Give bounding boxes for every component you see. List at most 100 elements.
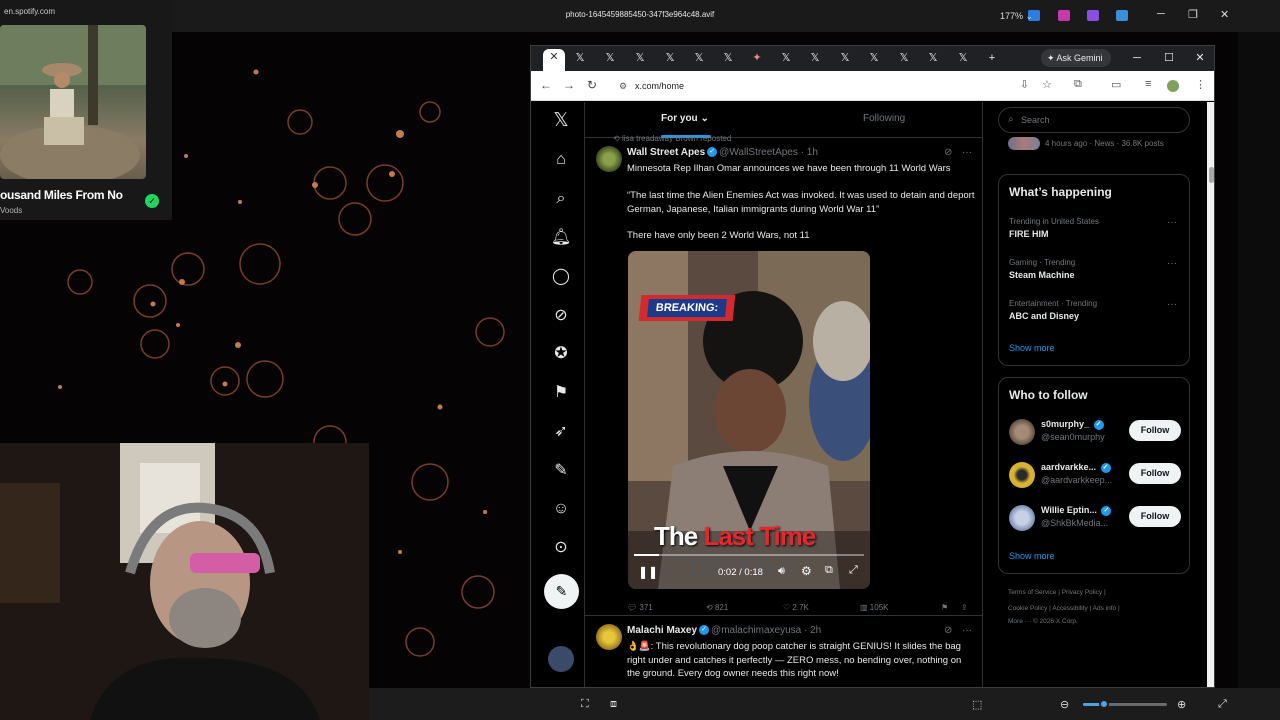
zoom-slider[interactable] xyxy=(1083,699,1167,709)
author-name[interactable]: Malachi Maxey xyxy=(627,625,697,636)
fit-to-window-icon[interactable]: ⬚ xyxy=(972,698,982,711)
grok-explain-icon[interactable]: ⊘ xyxy=(944,147,952,158)
new-tab-icon[interactable]: + xyxy=(981,50,1003,66)
extension-icon[interactable] xyxy=(1116,10,1128,21)
trend-item[interactable]: Trending in United States FIRE HIM xyxy=(1009,217,1099,239)
side-panel-icon[interactable]: ▭ xyxy=(1111,78,1121,91)
follow-button[interactable]: Follow xyxy=(1129,420,1181,441)
trend-more-icon[interactable]: ··· xyxy=(1167,299,1177,310)
settings-gear-icon[interactable]: ⚙ xyxy=(801,564,812,578)
fullscreen-icon[interactable]: ⤢ xyxy=(849,564,858,577)
minimize-icon[interactable]: ─ xyxy=(1157,8,1165,20)
grok-explain-icon[interactable]: ⊘ xyxy=(944,625,952,636)
tweet[interactable]: Malachi Maxey ✓ @malachimaxeyusa · 2h ⊘ ··… xyxy=(585,616,982,687)
install-icon[interactable]: ⇩ xyxy=(1020,78,1029,91)
author-handle[interactable]: @WallStreetApes xyxy=(719,147,798,158)
x-tab-icon[interactable]: 𝕏 xyxy=(863,50,885,66)
x-tab-icon[interactable]: 𝕏 xyxy=(804,50,826,66)
pause-icon[interactable]: ❚❚ xyxy=(638,565,658,579)
premium-check-icon[interactable]: ✪ xyxy=(550,343,572,365)
account-avatar[interactable] xyxy=(548,646,574,672)
close-icon[interactable]: ✕ xyxy=(1220,8,1229,21)
x-tab-icon[interactable]: 𝕏 xyxy=(922,50,944,66)
maximize-icon[interactable]: ☐ xyxy=(1158,50,1180,66)
footer-links[interactable]: More ··· © 2026 X Corp. xyxy=(1008,618,1078,625)
footer-links[interactable]: Cookie Policy | Accessibility | Ads info… xyxy=(1008,605,1120,612)
trend-more-icon[interactable]: ··· xyxy=(1167,217,1177,228)
x-tab-icon[interactable]: 𝕏 xyxy=(717,50,739,66)
ask-gemini-button[interactable]: ✦ Ask Gemini xyxy=(1041,49,1111,67)
media-icon[interactable]: ≡ xyxy=(1145,78,1151,90)
home-icon[interactable]: ⌂ xyxy=(550,149,572,171)
tweet[interactable]: ⟲ lisa treadaway Brown reposted Wall Str… xyxy=(585,134,982,616)
follow-suggestion[interactable]: aardvarkke... ✓ @aardvarkkeep... Follow xyxy=(1009,459,1181,489)
fullscreen-icon[interactable]: ⤢ xyxy=(1218,698,1227,711)
avatar[interactable] xyxy=(596,146,622,172)
extension-icon[interactable] xyxy=(1087,10,1099,21)
google-tab-icon[interactable]: ✦ xyxy=(746,50,768,66)
minimize-icon[interactable]: ─ xyxy=(1126,50,1148,66)
like-button[interactable]: ♡ 2.7K xyxy=(783,603,809,612)
x-tab-icon[interactable]: 𝕏 xyxy=(834,50,856,66)
x-tab-icon[interactable]: 𝕏 xyxy=(629,50,651,66)
show-more-link[interactable]: Show more xyxy=(1009,551,1055,561)
follow-suggestion[interactable]: Willie Eptin... ✓ @ShkBkMedia... Follow xyxy=(1009,502,1181,532)
more-options-icon[interactable]: ··· xyxy=(962,625,972,636)
avatar[interactable] xyxy=(1009,462,1035,488)
reply-button[interactable]: 💬︎ 371 xyxy=(627,603,653,612)
more-icon[interactable]: ⊙ xyxy=(550,537,572,559)
author-handle[interactable]: @malachimaxeyusa xyxy=(711,625,801,636)
tab-following[interactable]: Following xyxy=(863,113,905,124)
x-tab-icon[interactable]: 𝕏 xyxy=(659,50,681,66)
search-input[interactable]: ⌕ Search xyxy=(998,107,1190,133)
tweet-time[interactable]: · 2h xyxy=(804,625,821,636)
follow-button[interactable]: Follow xyxy=(1129,506,1181,527)
trend-item[interactable]: Gaming · Trending Steam Machine xyxy=(1009,258,1075,280)
post-button[interactable]: ✎ xyxy=(544,574,579,609)
profile-avatar[interactable] xyxy=(1167,80,1179,92)
x-tab-icon[interactable]: 𝕏 xyxy=(893,50,915,66)
extensions-icon[interactable]: ⧉ xyxy=(1074,78,1082,91)
video-progress-track[interactable] xyxy=(634,554,864,556)
zoom-level-dropdown[interactable]: 177% ⌄ xyxy=(1000,11,1033,22)
repost-button[interactable]: ⟲ 821 xyxy=(706,603,728,612)
trend-more-icon[interactable]: ··· xyxy=(1167,258,1177,269)
menu-icon[interactable]: ⋮ xyxy=(1195,78,1206,91)
x-tab-icon[interactable]: 𝕏 xyxy=(775,50,797,66)
more-options-icon[interactable]: ··· xyxy=(962,147,972,158)
track-title[interactable]: ousand Miles From No xyxy=(0,188,123,202)
scrollbar-thumb[interactable] xyxy=(1209,167,1214,183)
bookmark-icon[interactable]: ⚑ xyxy=(941,603,948,612)
author-name[interactable]: Wall Street Apes xyxy=(627,147,705,158)
avatar[interactable] xyxy=(1009,505,1035,531)
follow-suggestion[interactable]: s0murphy_ ✓ @sean0murphy Follow xyxy=(1009,416,1181,446)
liked-check-icon[interactable]: ✓ xyxy=(145,194,159,208)
messages-icon[interactable]: ◯ xyxy=(550,266,572,288)
x-logo-icon[interactable]: 𝕏 xyxy=(550,110,572,132)
extension-icon[interactable] xyxy=(1058,10,1070,21)
x-tab-icon[interactable]: 𝕏 xyxy=(688,50,710,66)
follow-button[interactable]: Follow xyxy=(1129,463,1181,484)
avatar[interactable] xyxy=(1009,419,1035,445)
forward-icon[interactable]: → xyxy=(563,78,575,92)
crop-icon[interactable]: ⛶ xyxy=(581,698,589,711)
business-rocket-icon[interactable]: ➶ xyxy=(550,421,572,443)
picture-in-picture-icon[interactable]: ⧉ xyxy=(825,564,833,577)
back-icon[interactable]: ← xyxy=(540,78,552,92)
search-icon[interactable]: ⌕ xyxy=(550,188,572,210)
tab-for-you[interactable]: For you ⌄ xyxy=(661,113,709,124)
zoom-slider-handle[interactable] xyxy=(1099,699,1109,709)
tab-close-icon[interactable]: ✕ xyxy=(543,49,565,71)
visual-search-icon[interactable]: ⧈ xyxy=(610,698,617,711)
avatar[interactable] xyxy=(596,624,622,650)
bookmark-star-icon[interactable]: ☆ xyxy=(1042,78,1052,91)
news-meta-row[interactable]: 4 hours ago · News · 36.8K posts xyxy=(1008,137,1188,151)
volume-icon[interactable]: 🔊︎ xyxy=(778,565,785,578)
show-more-link[interactable]: Show more xyxy=(1009,343,1055,353)
notifications-bell-icon[interactable]: 🔔︎ xyxy=(550,227,572,249)
share-icon[interactable]: ⇪ xyxy=(961,603,968,612)
site-info-icon[interactable]: ⚙ xyxy=(619,76,627,96)
zoom-out-icon[interactable]: ⊖ xyxy=(1060,698,1069,711)
video-player[interactable]: BREAKING: The Last Time The Alien ❚❚ 0:0… xyxy=(628,251,870,589)
zoom-in-icon[interactable]: ⊕ xyxy=(1177,698,1186,711)
